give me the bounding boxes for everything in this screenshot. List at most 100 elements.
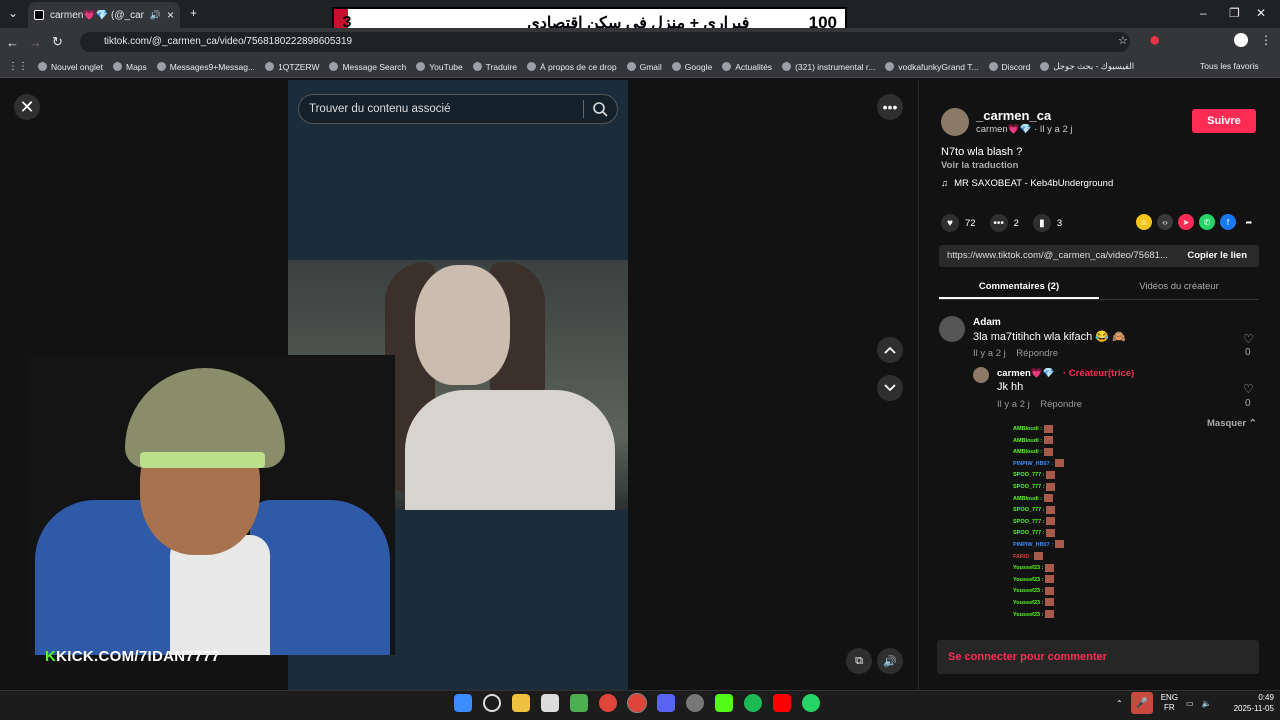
whatsapp-icon[interactable]: ✆ <box>1199 214 1215 230</box>
creator-username[interactable]: _carmen_ca <box>976 108 1051 123</box>
ellipsis-icon: ••• <box>882 99 898 115</box>
file-explorer-icon[interactable] <box>512 694 530 712</box>
kick-icon[interactable] <box>715 694 733 712</box>
reply-heart-icon[interactable]: ♡ <box>1243 382 1254 396</box>
profile-avatar[interactable] <box>1234 33 1248 47</box>
spotify-icon[interactable] <box>744 694 762 712</box>
new-tab-icon[interactable]: + <box>190 6 197 20</box>
previous-video-button[interactable] <box>877 337 903 363</box>
like-button[interactable]: ♥ 72 <box>941 214 976 232</box>
avatar[interactable] <box>939 316 965 342</box>
menu-icon[interactable]: ⋮ <box>1260 33 1272 47</box>
embed-icon[interactable]: ‹› <box>1157 214 1173 230</box>
maximize-icon[interactable]: ❐ <box>1229 6 1240 20</box>
all-bookmarks[interactable]: Tous les favoris <box>1190 61 1259 71</box>
bookmark-item[interactable]: À propos de ce drop <box>527 62 617 72</box>
bookmark-item[interactable]: الفيسبوك - بحث جوجل <box>1040 61 1134 72</box>
window-close-icon[interactable]: ✕ <box>1256 6 1266 20</box>
back-icon[interactable]: ← <box>6 35 19 50</box>
facebook-icon[interactable]: f <box>1220 214 1236 230</box>
minimize-icon[interactable]: – <box>1200 6 1207 20</box>
tab-creator-videos[interactable]: Vidéos du créateur <box>1099 276 1259 299</box>
chat-message: Youssef23 : <box>1013 598 1113 610</box>
volume-button[interactable]: 🔊 <box>877 648 903 674</box>
discord-icon[interactable] <box>657 694 675 712</box>
bookmark-item[interactable]: Maps <box>112 62 147 72</box>
bookmark-item[interactable]: (321) instrumental r... <box>782 62 875 72</box>
follow-button[interactable]: Suivre <box>1192 109 1256 133</box>
bookmark-item[interactable]: Actualités <box>722 62 772 72</box>
bookmark-item[interactable]: Traduire <box>472 62 517 72</box>
bookmark-item[interactable]: Discord <box>988 62 1030 72</box>
login-to-comment-button[interactable]: Se connecter pour commenter <box>937 640 1259 674</box>
speaker-icon[interactable]: 🔈 <box>1202 699 1212 708</box>
browser-tab[interactable]: carmen💗💎 (@_carmen_c 🔊 × <box>28 2 180 28</box>
windows-start-icon[interactable] <box>454 694 472 712</box>
reply-meta[interactable]: Il y a 2 j Répondre <box>997 399 1082 410</box>
reload-icon[interactable]: ↻ <box>52 34 63 50</box>
store-icon[interactable] <box>541 694 559 712</box>
chrome-icon[interactable] <box>599 694 617 712</box>
comment-username[interactable]: Adam <box>973 317 1001 328</box>
chrome-profile-icon[interactable] <box>627 693 647 713</box>
chevron-up-icon <box>884 346 896 354</box>
chat-message: PINPIW_HB07 : <box>1013 540 1113 552</box>
chat-emote-icon <box>1046 505 1056 514</box>
network-icon[interactable]: ▭ <box>1186 699 1194 708</box>
avatar[interactable] <box>941 108 969 136</box>
picture-in-picture-button[interactable]: ⧉ <box>846 648 872 674</box>
lang-primary: ENG <box>1160 693 1179 702</box>
tab-search-icon[interactable]: ⌄ <box>8 6 18 20</box>
bookmark-item[interactable]: Google <box>671 62 712 72</box>
stream-chat-overlay: AMBIoudi : AMBIoudi : AMBIoudi : PINPIW_… <box>1013 424 1113 621</box>
close-video-button[interactable]: ✕ <box>14 94 40 120</box>
whatsapp-icon[interactable] <box>802 694 820 712</box>
chat-username: Youssef23 : <box>1013 576 1045 583</box>
bookmark-item[interactable]: 1QTZERW <box>265 62 319 72</box>
share-arrow-icon[interactable]: ➦ <box>1241 214 1257 230</box>
comment-heart-icon[interactable]: ♡ <box>1243 332 1254 346</box>
bookmark-star-icon[interactable]: ☆ <box>1118 34 1128 47</box>
apps-grid-icon[interactable]: ⋮⋮ <box>8 61 28 72</box>
extension-icon[interactable]: ⬢ <box>1150 34 1160 47</box>
search-icon[interactable] <box>591 100 609 118</box>
comment-button[interactable]: ••• 2 <box>989 214 1019 232</box>
related-search-input[interactable]: Trouver du contenu associé <box>298 94 618 124</box>
bookmark-icon <box>265 62 275 71</box>
youtube-icon[interactable] <box>773 694 791 712</box>
language-indicator[interactable]: ENG FR <box>1161 693 1178 713</box>
tab-close-icon[interactable]: × <box>167 8 174 22</box>
avatar[interactable] <box>973 367 989 383</box>
comment-meta[interactable]: Il y a 2 j Répondre <box>973 348 1058 359</box>
bookmark-item[interactable]: Messages9+Messag... <box>156 62 255 72</box>
bookmark-item[interactable]: YouTube <box>416 62 463 72</box>
chat-username: SPOO_777 : <box>1013 507 1047 514</box>
bookmark-icon <box>782 62 792 71</box>
bookmark-item[interactable]: Gmail <box>626 62 662 72</box>
microphone-icon[interactable]: 🎤 <box>1130 692 1153 714</box>
music-row[interactable]: ♫ MR SAXOBEAT - Keb4bUnderground <box>941 178 1113 189</box>
tab-comments[interactable]: Commentaires (2) <box>939 276 1099 299</box>
app-icon[interactable] <box>570 694 588 712</box>
chat-username: AMBIoudi : <box>1013 449 1044 456</box>
save-button[interactable]: ▮ 3 <box>1032 214 1062 232</box>
send-icon[interactable]: ➤ <box>1178 214 1194 230</box>
chevron-up-icon[interactable]: ⌃ <box>1116 699 1123 708</box>
video-link[interactable]: https://www.tiktok.com/@_carmen_ca/video… <box>947 250 1169 261</box>
speaker-icon[interactable]: 🔊 <box>150 10 161 21</box>
bookmark-item[interactable]: Message Search <box>329 62 406 72</box>
copy-link-button[interactable]: Copier le lien <box>1187 250 1247 261</box>
next-video-button[interactable] <box>877 375 903 401</box>
clock[interactable]: 0:49 2025-11-05 <box>1234 692 1274 714</box>
see-translation-link[interactable]: Voir la traduction <box>941 160 1018 171</box>
bookmark-item[interactable]: Nouvel onglet <box>38 62 103 72</box>
reply-username[interactable]: carmen💗💎 <box>997 368 1054 379</box>
hide-replies-button[interactable]: Masquer ⌃ <box>1207 418 1257 429</box>
url-input[interactable]: tiktok.com/@_carmen_ca/video/75681802228… <box>80 32 1130 52</box>
bookmark-item[interactable]: vodkafunkyGrand T... <box>885 62 979 72</box>
forward-icon[interactable]: → <box>29 35 42 50</box>
emoji-share-icon[interactable]: ☺ <box>1136 214 1152 230</box>
obs-icon[interactable] <box>686 694 704 712</box>
more-options-button[interactable]: ••• <box>877 94 903 120</box>
search-icon[interactable] <box>483 694 501 712</box>
